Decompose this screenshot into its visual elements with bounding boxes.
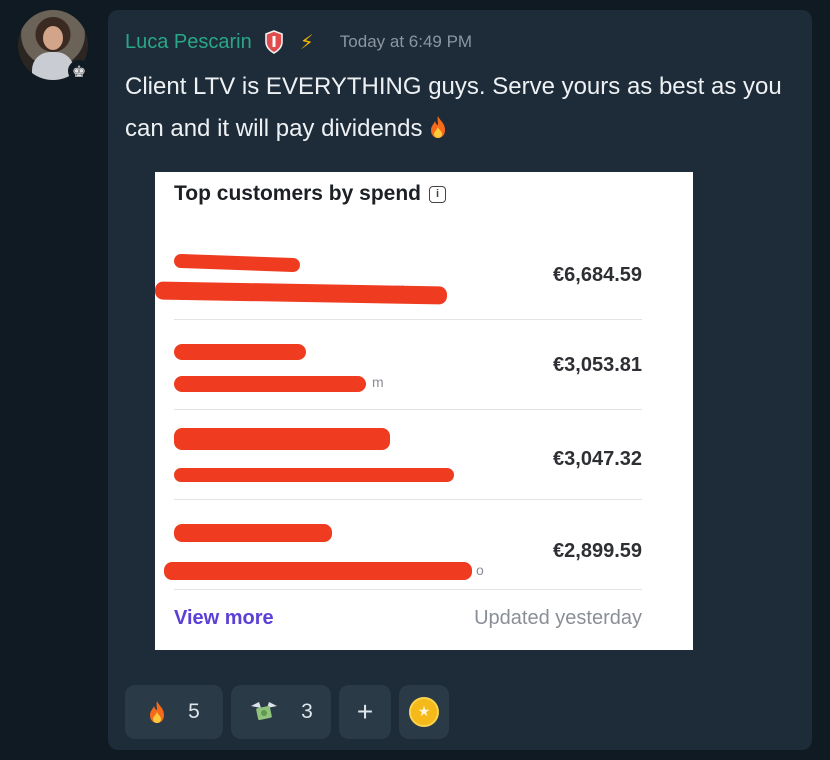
add-reaction-icon: + [356,696,374,727]
redaction-mark [174,524,332,542]
redaction-mark [174,344,306,360]
customer-amount: €3,047.32 [553,448,642,470]
customer-amount: €6,684.59 [553,264,642,286]
message-timestamp: Today at 6:49 PM [339,32,473,51]
reaction-count: 3 [301,700,313,723]
card-title-text: Top customers by spend [174,182,421,205]
reaction-count: 5 [188,700,200,723]
reaction-gold-coin[interactable]: ★ [399,685,449,739]
redacted-email-hint: o [476,562,484,578]
redacted-email-hint: m [372,374,384,390]
redaction-mark [174,468,454,482]
customer-row: com €3,047.32 [174,410,642,500]
customer-row: com €6,684.59 [154,230,642,320]
shield-icon [264,30,283,54]
reactions-bar: 5 3 + ★ [125,685,449,739]
customer-amount: €3,053.81 [553,354,642,376]
fire-emoji [431,116,446,138]
message-bubble: Luca Pescarin ⚡ Today at 6:49 PM Client … [108,10,812,750]
customer-row: m €3,053.81 [174,320,642,410]
money-with-wings-emoji [251,702,278,721]
message-header: Luca Pescarin ⚡ Today at 6:49 PM [125,28,472,56]
message-text: Client LTV is EVERYTHING guys. Serve you… [125,66,785,150]
info-icon: i [429,185,446,203]
reaction-fire[interactable]: 5 [125,685,223,739]
view-more-link[interactable]: View more [174,607,274,630]
message-body: Client LTV is EVERYTHING guys. Serve you… [125,73,782,142]
redaction-mark [164,562,472,580]
lightning-icon: ⚡ [299,30,314,54]
customers-card-image[interactable]: Top customers by spend i com €6,684.59 m… [154,172,693,650]
redaction-mark [174,376,366,392]
reaction-money-with-wings[interactable]: 3 [231,685,331,739]
redaction-mark [174,428,390,450]
redaction-mark [154,281,448,305]
updated-label: Updated yesterday [474,607,642,629]
customer-row: o €2,899.59 [164,500,642,590]
fire-emoji [150,701,165,723]
redaction-mark [173,253,301,273]
add-reaction-button[interactable]: + [339,685,391,739]
chess-king-icon: ♚ [68,60,90,82]
author-name[interactable]: Luca Pescarin [125,31,252,54]
gold-coin-icon: ★ [409,697,439,727]
customer-amount: €2,899.59 [553,540,642,562]
card-title: Top customers by spend i [174,182,446,206]
